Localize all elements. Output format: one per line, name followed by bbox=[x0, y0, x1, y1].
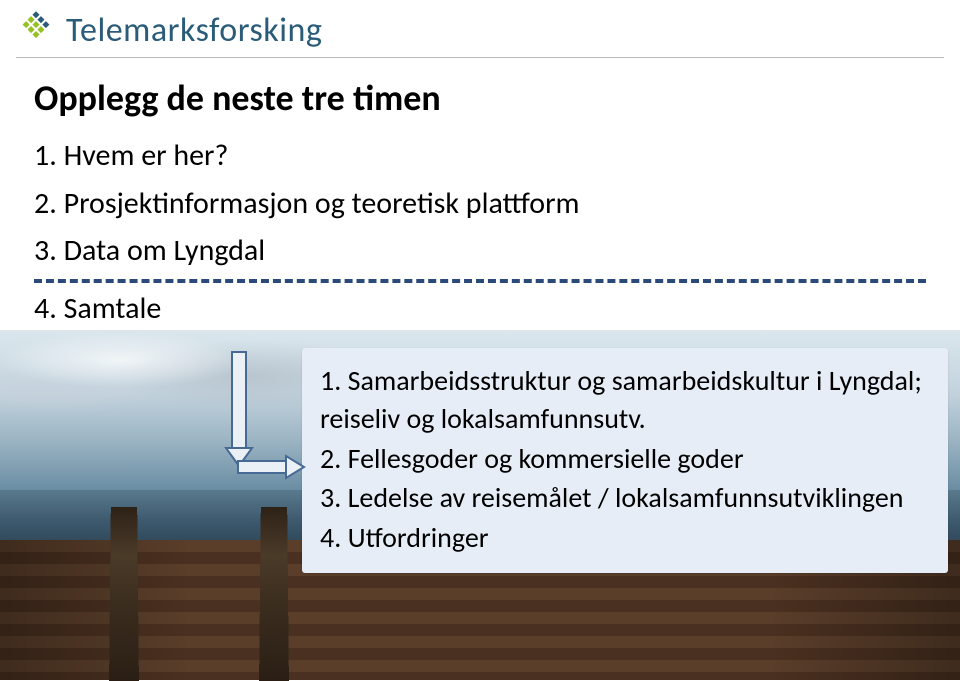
item-text: Fellesgoder og kommersielle goder bbox=[348, 441, 744, 476]
arrow-right-icon bbox=[236, 454, 306, 480]
sub-list-item: 1. Samarbeidsstruktur og samarbeidskultu… bbox=[320, 362, 930, 438]
item-text: Ledelse av reisemålet / lokalsamfunnsutv… bbox=[348, 480, 904, 515]
list-item: 1. Hvem er her? bbox=[34, 134, 960, 178]
dashed-divider bbox=[34, 279, 926, 283]
brand-name: Telemarksforsking bbox=[66, 10, 322, 51]
logo-icon bbox=[16, 11, 56, 51]
header-divider bbox=[16, 57, 944, 58]
list-item: 3. Data om Lyngdal bbox=[34, 229, 960, 273]
slide-title: Opplegg de neste tre timen bbox=[34, 76, 960, 120]
item-text: Data om Lyngdal bbox=[64, 232, 266, 269]
item-number: 1. bbox=[320, 363, 341, 398]
sub-list-item: 3. Ledelse av reisemålet / lokalsamfunns… bbox=[320, 479, 930, 517]
arrow-down-icon bbox=[224, 350, 254, 468]
outer-list-continued: 4. Samtale bbox=[34, 287, 960, 331]
item-text: Samarbeidsstruktur og samarbeidskultur i… bbox=[320, 363, 922, 436]
item-text: Hvem er her? bbox=[64, 137, 229, 174]
item-number: 4. bbox=[320, 520, 341, 555]
item-number: 1. bbox=[34, 137, 57, 174]
item-number: 2. bbox=[34, 185, 57, 222]
item-number: 3. bbox=[320, 480, 341, 515]
sub-list-item: 4. Utfordringer bbox=[320, 519, 930, 557]
item-number: 2. bbox=[320, 441, 341, 476]
item-text: Utfordringer bbox=[348, 520, 489, 555]
list-item: 2. Prosjektinformasjon og teoretisk plat… bbox=[34, 182, 960, 226]
sub-list-box: 1. Samarbeidsstruktur og samarbeidskultu… bbox=[302, 348, 948, 573]
item-number: 3. bbox=[34, 232, 57, 269]
sub-list-item: 2. Fellesgoder og kommersielle goder bbox=[320, 440, 930, 478]
outer-list: 1. Hvem er her? 2. Prosjektinformasjon o… bbox=[34, 134, 960, 273]
item-number: 4. bbox=[34, 290, 57, 327]
item-text: Samtale bbox=[64, 290, 162, 327]
item-text: Prosjektinformasjon og teoretisk plattfo… bbox=[64, 185, 580, 222]
list-item: 4. Samtale bbox=[34, 287, 960, 331]
slide-header: Telemarksforsking bbox=[0, 0, 960, 57]
